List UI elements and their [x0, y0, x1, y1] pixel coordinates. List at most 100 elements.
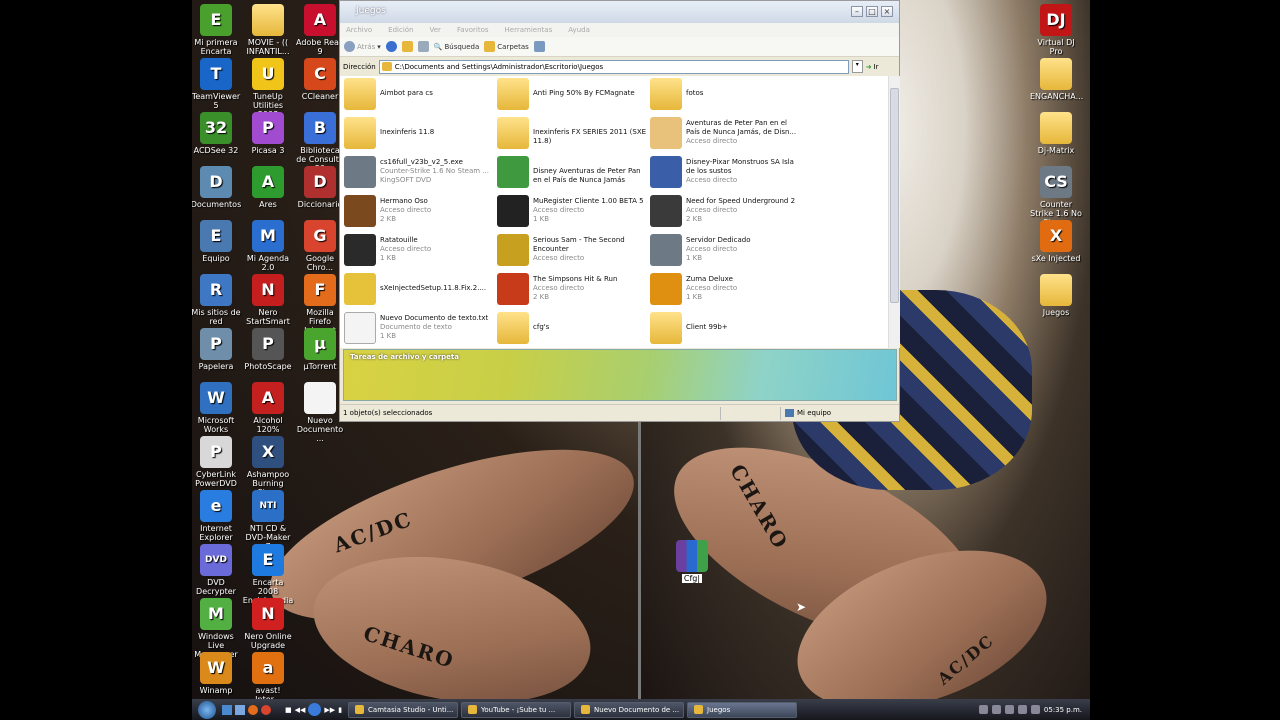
- file-item[interactable]: Disney Aventuras de Peter Pan en el País…: [497, 156, 647, 192]
- file-item[interactable]: MuRegister Cliente 1.00 BETA 5 Acceso dir…: [497, 195, 647, 231]
- desktop-icon[interactable]: Dj-Matrix: [1030, 112, 1082, 155]
- desktop-icon[interactable]: D Documentos: [192, 166, 242, 209]
- file-item[interactable]: cfg's: [497, 312, 647, 348]
- desktop-icon[interactable]: M Mi Agenda 2.0: [242, 220, 294, 272]
- desktop-icon[interactable]: MOVIE - (( INFANTIL...: [242, 4, 294, 56]
- desktop-icon[interactable]: E Mi primera Encarta: [192, 4, 242, 56]
- start-button[interactable]: [198, 700, 216, 719]
- minimize-button[interactable]: –: [851, 6, 863, 17]
- desktop-icon[interactable]: ENGANCHA...: [1030, 58, 1083, 101]
- tray-icon[interactable]: [1030, 705, 1040, 714]
- desktop-icon[interactable]: W Microsoft Works: [192, 382, 242, 434]
- tray-icon[interactable]: [991, 705, 1001, 714]
- file-item[interactable]: Client 99b+: [650, 312, 800, 348]
- file-item[interactable]: Aventuras de Peter Pan en el País de Nun…: [650, 117, 800, 153]
- desktop-icon[interactable]: N Nero StartSmart: [242, 274, 294, 326]
- file-item[interactable]: Nuevo Documento de texto.txt Documento de…: [344, 312, 494, 348]
- desktop-icon[interactable]: DJ Virtual DJ Pro: [1030, 4, 1082, 56]
- next-icon[interactable]: ▶▶: [324, 706, 335, 714]
- maximize-button[interactable]: □: [866, 6, 878, 17]
- up-folder-icon[interactable]: [401, 41, 413, 52]
- desktop-icon[interactable]: EEncarta 2008 Enciclopedia: [242, 544, 294, 605]
- file-item[interactable]: cs16full_v23b_v2_5.exe Counter-Strike 1.6…: [344, 156, 494, 192]
- views-icon[interactable]: [533, 41, 545, 52]
- desktop-icon[interactable]: N Nero Online Upgrade: [242, 598, 294, 650]
- desktop-icon[interactable]: UTuneUp Utilities 2008: [242, 58, 294, 119]
- file-item[interactable]: Serious Sam - The Second Encounter Acceso…: [497, 234, 647, 270]
- menu-item[interactable]: Ver: [430, 26, 441, 34]
- file-item[interactable]: Inexinferis 11.8: [344, 117, 494, 153]
- file-item[interactable]: Need for Speed Underground 2 Acceso direc…: [650, 195, 800, 231]
- file-item[interactable]: Disney-Pixar Monstruos SA Isla de los su…: [650, 156, 800, 192]
- file-list[interactable]: Aimbot para cs Anti Ping 50% By FCMagnate…: [340, 76, 890, 348]
- file-item[interactable]: Ratatouille Acceso directo 1 KB: [344, 234, 494, 270]
- desktop-icon[interactable]: CSCounter Strike 1.6 No Steam: [1030, 166, 1082, 227]
- go-button[interactable]: ➜ Ir: [866, 63, 879, 71]
- close-button[interactable]: ×: [881, 6, 893, 17]
- tasks-header[interactable]: Tareas de archivo y carpeta: [344, 350, 896, 364]
- file-item[interactable]: Inexinferis FX SERIES 2011 (SXE 11.8): [497, 117, 647, 153]
- desktop-icon[interactable]: P Picasa 3: [242, 112, 294, 155]
- desktop-icon[interactable]: aavast! Inter...: [242, 652, 294, 704]
- desktop-icon[interactable]: A Ares: [242, 166, 294, 209]
- file-item[interactable]: sXeInjectedSetup.11.8.Fix.2....: [344, 273, 494, 309]
- desktop-icon-winrar-file[interactable]: Cfg|: [666, 540, 718, 583]
- menu-item[interactable]: Ayuda: [568, 26, 590, 34]
- desktop-icon[interactable]: XsXe Injected: [1030, 220, 1082, 263]
- quicklaunch-icon[interactable]: [248, 704, 258, 715]
- taskbar-button[interactable]: Nuevo Documento de ...: [574, 701, 685, 718]
- desktop-icon[interactable]: T TeamViewer 5: [192, 58, 242, 110]
- file-item[interactable]: Servidor Dedicado Acceso directo 1 KB: [650, 234, 800, 270]
- file-item[interactable]: Anti Ping 50% By FCMagnate: [497, 78, 647, 114]
- address-dropdown-button[interactable]: ▾: [851, 60, 863, 73]
- tray-icon[interactable]: [1004, 705, 1014, 714]
- refresh-icon[interactable]: [417, 41, 429, 52]
- menu-item[interactable]: Favoritos: [457, 26, 489, 34]
- desktop-icon[interactable]: MWindows Live Messenger: [192, 598, 242, 659]
- quicklaunch-icon[interactable]: [261, 704, 271, 715]
- quicklaunch-icon[interactable]: [222, 704, 232, 715]
- desktop-icon[interactable]: NTINTI CD & DVD-Maker 7: [242, 490, 294, 551]
- quicklaunch-icon[interactable]: [235, 704, 245, 715]
- taskbar-button[interactable]: YouTube - ¡Sube tu ...: [461, 701, 572, 718]
- desktop-icon[interactable]: e Internet Explorer: [192, 490, 242, 542]
- menu-item[interactable]: Herramientas: [505, 26, 553, 34]
- desktop-icon[interactable]: XAshampoo Burning Stu...: [242, 436, 294, 497]
- back-button[interactable]: Atrás ▾: [344, 41, 381, 52]
- desktop-icon[interactable]: DVD DVD Decrypter: [192, 544, 242, 596]
- desktop-icon[interactable]: R Mis sitios de red: [192, 274, 242, 326]
- taskbar-button[interactable]: Juegos: [687, 701, 798, 718]
- desktop-icon[interactable]: P PhotoScape: [242, 328, 294, 371]
- tray-icon[interactable]: [978, 705, 988, 714]
- tray-icon[interactable]: [1017, 705, 1027, 714]
- forward-button[interactable]: [385, 41, 397, 52]
- window-titlebar[interactable]: Juegos – □ ×: [340, 1, 899, 23]
- play-icon[interactable]: [308, 703, 322, 716]
- clock[interactable]: 05:35 p.m.: [1044, 706, 1082, 714]
- desktop-icon[interactable]: A Alcohol 120%: [242, 382, 294, 434]
- file-item[interactable]: Hermano Oso Acceso directo 2 KB: [344, 195, 494, 231]
- explorer-window[interactable]: Juegos – □ × Archivo Edición Ver Favoritos H…: [339, 0, 900, 422]
- file-item[interactable]: Aimbot para cs: [344, 78, 494, 114]
- stop-icon[interactable]: ■: [285, 706, 292, 714]
- desktop-icon[interactable]: E Equipo: [192, 220, 242, 263]
- desktop-icon[interactable]: P Papelera: [192, 328, 242, 371]
- volume-icon[interactable]: ▮: [338, 706, 342, 714]
- file-item[interactable]: Zuma Deluxe Acceso directo 1 KB: [650, 273, 800, 309]
- folders-button[interactable]: Carpetas: [484, 41, 529, 52]
- desktop-icon[interactable]: W Winamp: [192, 652, 242, 695]
- file-item[interactable]: The Simpsons Hit & Run Acceso directo 2 KB: [497, 273, 647, 309]
- previous-icon[interactable]: ◀◀: [295, 706, 306, 714]
- search-button[interactable]: 🔍 Búsqueda: [434, 43, 480, 51]
- desktop-icon[interactable]: P CyberLink PowerDVD: [192, 436, 242, 488]
- desktop-icon[interactable]: Juegos: [1030, 274, 1082, 317]
- desktop-icon[interactable]: 32 ACDSee 32: [192, 112, 242, 155]
- file-item[interactable]: fotos: [650, 78, 800, 114]
- menu-item[interactable]: Edición: [388, 26, 413, 34]
- address-input[interactable]: C:\Documents and Settings\Administrador\…: [378, 59, 849, 74]
- menu-item[interactable]: Archivo: [346, 26, 372, 34]
- taskbar-button[interactable]: Camtasia Studio - Unti...: [348, 701, 459, 718]
- vertical-scrollbar[interactable]: [888, 76, 900, 348]
- scrollbar-thumb[interactable]: [890, 88, 899, 303]
- media-player-controls[interactable]: ■ ◀◀ ▶▶ ▮: [285, 703, 342, 716]
